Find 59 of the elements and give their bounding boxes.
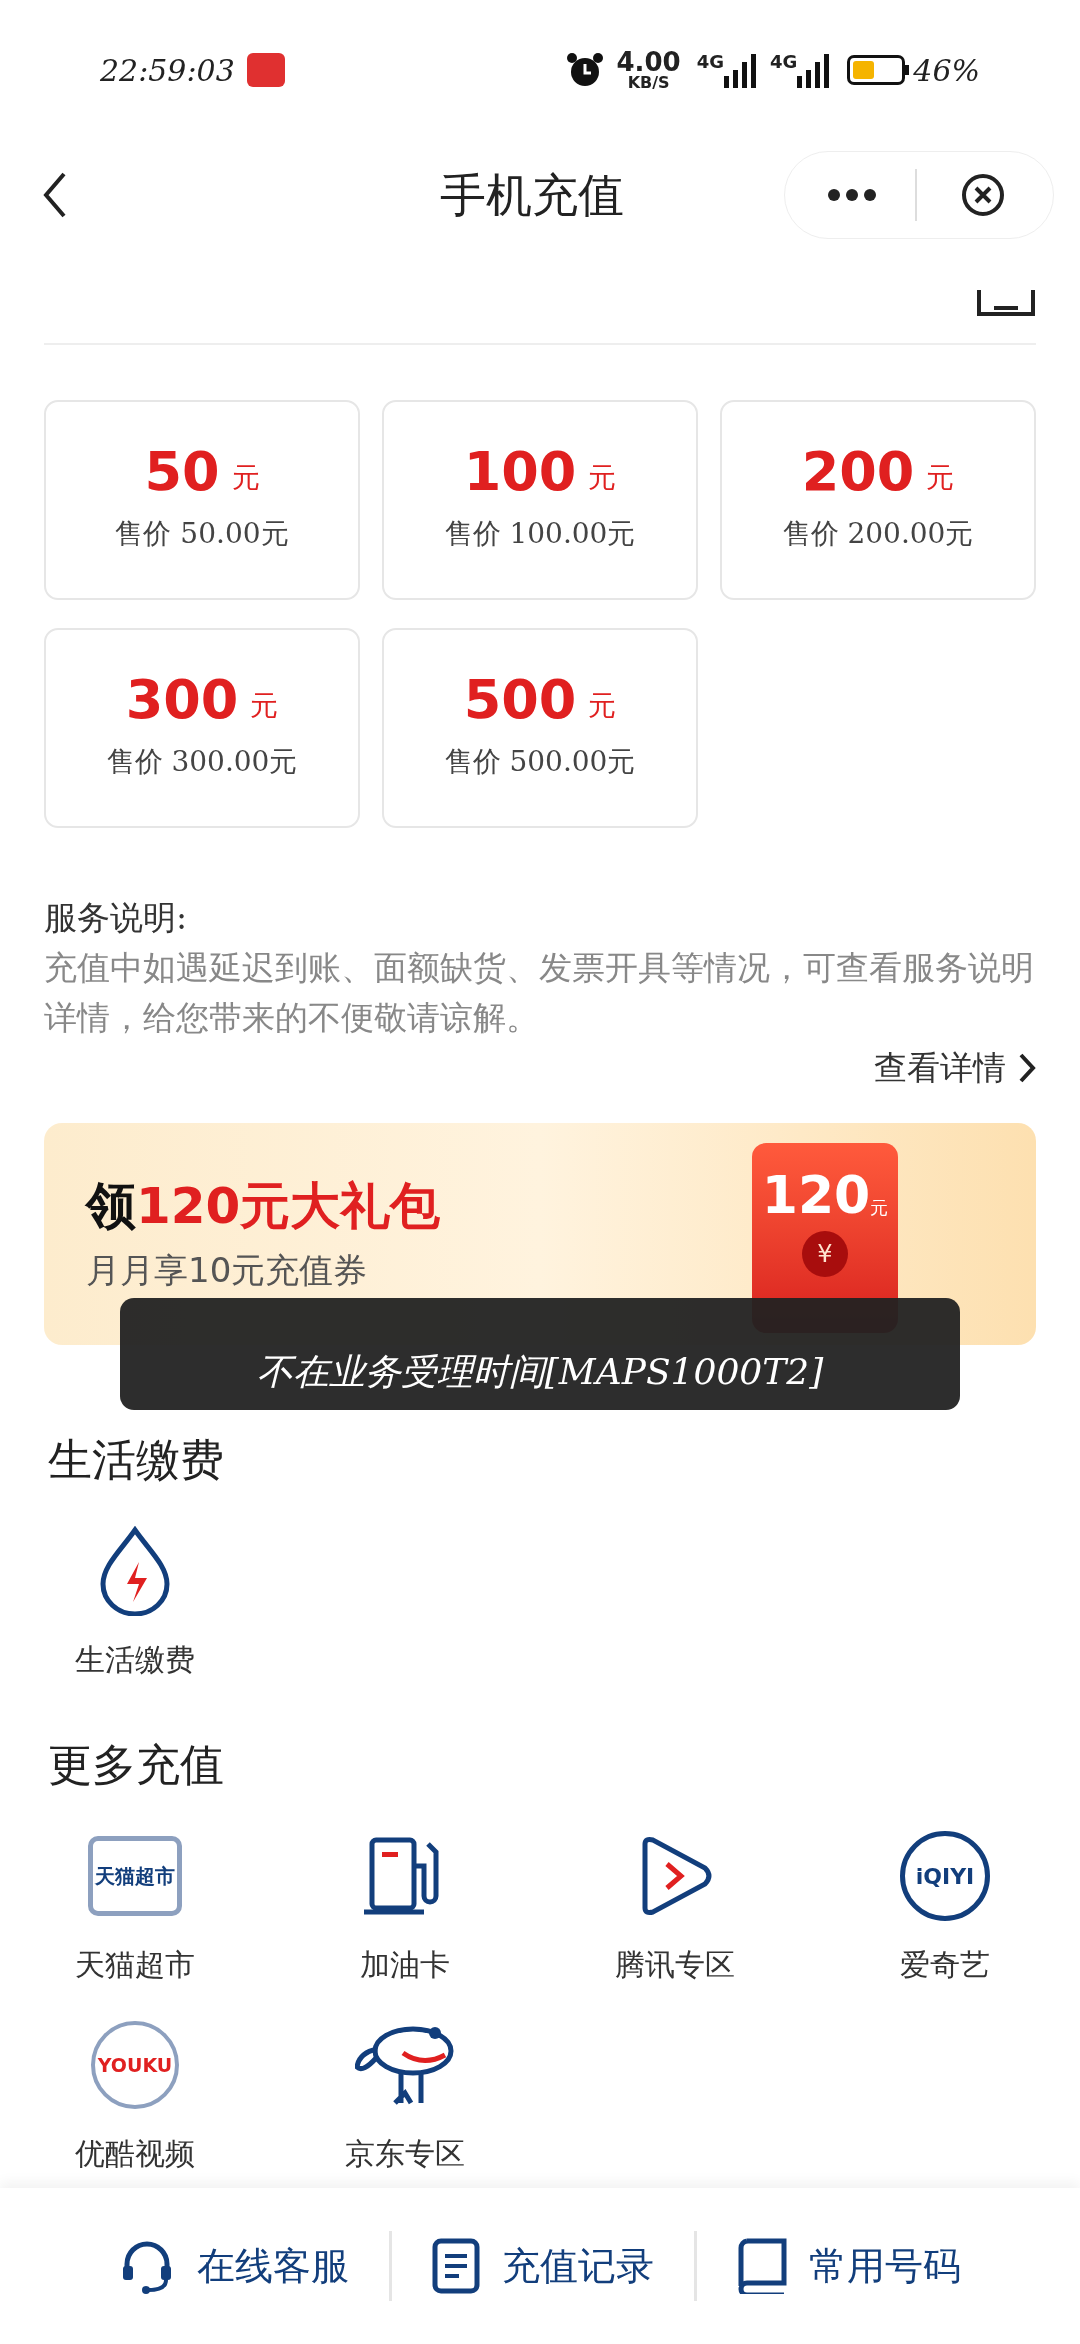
service-entry[interactable]: 爱奇艺 [900,1942,990,1987]
amount-option[interactable]: 500 元 售价 500.00元 [382,628,698,828]
logo-text: YOUKU [97,2052,173,2078]
network-type: 4G [770,50,798,74]
amount-value: 50 [144,445,220,499]
bottom-tab[interactable]: 在线客服 [119,2237,349,2295]
sale-price: 售价 50.00元 [115,516,289,552]
amount-unit: 元 [588,460,617,496]
more-icon[interactable] [827,188,877,202]
banner-title: 领120元大礼包 [86,1181,441,1231]
speed-unit: KB/S [627,75,670,91]
view-details-link[interactable]: 查看详情 [874,1043,1036,1093]
envelope-unit: 元 [870,1196,889,1220]
sale-price: 售价 200.00元 [782,516,974,552]
status-time: 22:59:03 [100,51,235,90]
amount-unit: 元 [231,460,260,496]
amount-value: 300 [125,673,239,727]
envelope-amount: 120 [761,1169,871,1221]
network-type: 4G [696,50,724,74]
amount-unit: 元 [926,460,955,496]
sale-price: 售价 100.00元 [444,516,636,552]
amount-value: 100 [463,445,577,499]
logo-text: iQIYI [915,1862,975,1891]
amount-option[interactable]: 300 元 售价 300.00元 [44,628,360,828]
bottom-tab[interactable]: 充值记录 [432,2237,654,2295]
service-entry[interactable]: 优酷视频 [75,2131,195,2176]
section-title: 生活缴费 [48,1433,224,1487]
battery-percent: 46% [913,51,980,90]
page-title: 手机充值 [440,166,624,224]
service-note-title: 服务说明: [44,897,189,939]
service-entry[interactable]: 生活缴费 [75,1637,195,1682]
service-note-text: 充值中如遇延迟到账、面额缺货、发票开具等情况，可查看服务说明详情，给您带来的不便敬请谅解。 [44,947,1035,1039]
coin-icon: ¥ [802,1231,848,1277]
network-speed: 4.00 [616,49,681,75]
document-icon [432,2238,480,2294]
bottom-tab[interactable]: 常用号码 [737,2237,961,2295]
signal-icon [797,52,832,88]
sale-price: 售价 300.00元 [106,744,298,780]
amount-unit: 元 [588,688,617,724]
service-entry[interactable]: 加油卡 [360,1942,450,1987]
service-entry[interactable]: 腾讯专区 [615,1942,735,1987]
sale-price: 售价 500.00元 [444,744,636,780]
amount-option[interactable]: 100 元 售价 100.00元 [382,400,698,600]
service-entry[interactable]: 京东专区 [345,2131,465,2176]
amount-unit: 元 [250,688,279,724]
chevron-icon [1018,1052,1036,1084]
book-icon [737,2238,787,2294]
amount-option[interactable]: 50 元 售价 50.00元 [44,400,360,600]
amount-option[interactable]: 200 元 售价 200.00元 [720,400,1036,600]
close-icon[interactable] [961,173,1005,217]
service-entry[interactable]: 天猫超市 [75,1942,195,1987]
amount-value: 200 [801,445,915,499]
banner-subtitle: 月月享10元充值券 [86,1253,369,1287]
battery-icon [847,55,910,85]
signal-icon [724,52,758,88]
toast-message: 不在业务受理时间[MAPS1000T2] [120,1298,960,1410]
section-title: 更多充值 [48,1738,225,1792]
amount-value: 500 [463,673,577,727]
logo-text: 天猫超市 [95,1866,175,1886]
